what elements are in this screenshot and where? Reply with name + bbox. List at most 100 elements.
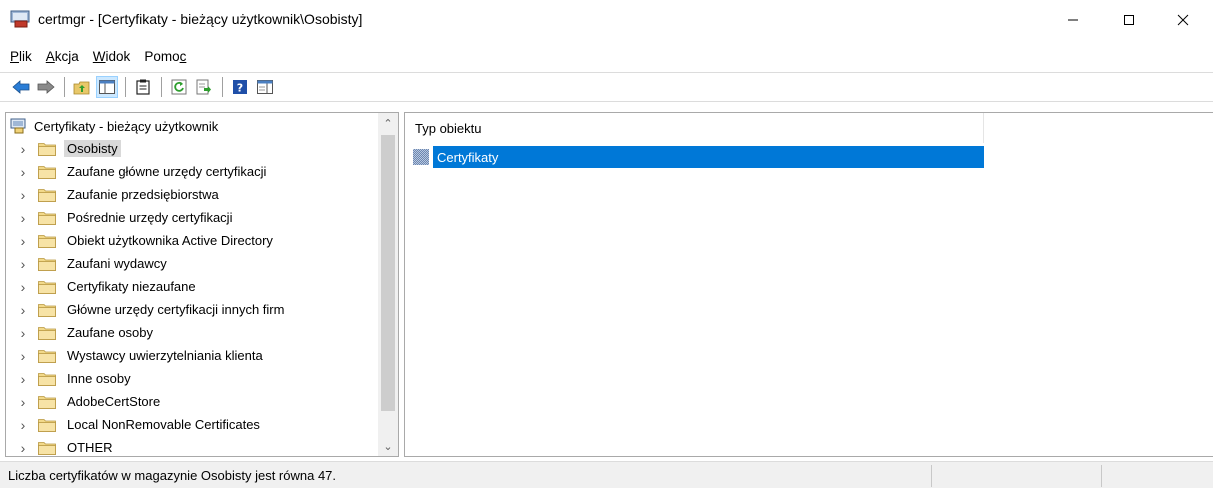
tree-item[interactable]: › Zaufanie przedsiębiorstwa [6,183,287,206]
tree-item[interactable]: › Zaufani wydawcy [6,252,287,275]
scroll-up-button[interactable]: ⌃ [378,113,398,133]
chevron-right-icon[interactable]: › [16,187,30,203]
certificate-store-icon [10,118,26,134]
chevron-right-icon[interactable]: › [16,164,30,180]
chevron-right-icon[interactable]: › [16,440,30,456]
tree-item[interactable]: › AdobeCertStore [6,390,287,413]
tree-item[interactable]: › Osobisty [6,137,287,160]
folder-icon [38,303,56,317]
chevron-right-icon[interactable]: › [16,417,30,433]
tree-item-label: Inne osoby [67,371,131,386]
tree-item[interactable]: › Inne osoby [6,367,287,390]
chevron-right-icon[interactable]: › [16,233,30,249]
forward-button[interactable] [35,76,57,98]
svg-text:?: ? [237,82,243,95]
chevron-right-icon[interactable]: › [16,279,30,295]
chevron-right-icon[interactable]: › [16,210,30,226]
show-hide-tree-button[interactable] [96,76,118,98]
status-divider [1101,465,1102,487]
menu-action[interactable]: Akcja [46,49,79,64]
list-item-label: Certyfikaty [433,146,984,168]
up-folder-icon [73,81,90,95]
tree-item-label: AdobeCertStore [67,394,161,409]
tree-item-label: Zaufane główne urzędy certyfikacji [67,164,267,179]
tree-root[interactable]: Certyfikaty - bieżący użytkownik [10,115,218,137]
certmgr-app-icon [10,10,30,28]
tree-vertical-scrollbar[interactable]: ⌃ ⌄ [378,113,398,456]
tree-item-label: Local NonRemovable Certificates [67,417,260,432]
tree-list: › Osobisty › Zaufane główne urzędy certyfik… [6,137,287,456]
close-icon [1177,14,1189,26]
chevron-right-icon[interactable]: › [16,394,30,410]
minimize-button[interactable] [1050,0,1096,40]
menu-bar: Plik Akcja Widok Pomoc [0,44,200,68]
back-arrow-icon [12,80,30,94]
tree-item-label: Osobisty [64,140,121,157]
chevron-right-icon[interactable]: › [16,141,30,157]
chevron-right-icon[interactable]: › [16,371,30,387]
tree-item-label: Pośrednie urzędy certyfikacji [67,210,233,225]
help-button[interactable]: ? [229,76,251,98]
tree-root-label: Certyfikaty - bieżący użytkownik [34,118,219,134]
chevron-right-icon[interactable]: › [16,325,30,341]
results-pane[interactable]: Typ obiektu Certyfikaty [404,112,1213,457]
folder-icon [38,326,56,340]
toolbar-separator [222,77,223,97]
clipboard-icon [136,79,150,95]
console-tree[interactable]: Certyfikaty - bieżący użytkownik › Osobis… [5,112,399,457]
maximize-button[interactable] [1106,0,1152,40]
tree-item-label: Certyfikaty niezaufane [67,279,196,294]
toolbar-separator [125,77,126,97]
folder-icon [38,280,56,294]
chevron-right-icon[interactable]: › [16,348,30,364]
folder-icon [38,418,56,432]
tree-item[interactable]: › Zaufane główne urzędy certyfikacji [6,160,287,183]
chevron-right-icon[interactable]: › [16,256,30,272]
column-header-object-type[interactable]: Typ obiektu [405,113,984,143]
scroll-thumb[interactable] [381,135,395,411]
folder-icon [38,349,56,363]
menu-file[interactable]: Plik [10,49,32,64]
back-button[interactable] [10,76,32,98]
toolbar-separator [64,77,65,97]
toolbar: ? [0,72,1213,102]
tree-item-label: Obiekt użytkownika Active Directory [67,233,273,248]
tree-item[interactable]: › Główne urzędy certyfikacji innych firm [6,298,287,321]
tree-item-label: Główne urzędy certyfikacji innych firm [67,302,285,317]
folder-icon [38,257,56,271]
tree-item[interactable]: › Pośrednie urzędy certyfikacji [6,206,287,229]
export-list-icon [196,79,211,95]
tree-item[interactable]: › Wystawcy uwierzytelniania klienta [6,344,287,367]
folder-icon [38,211,56,225]
scroll-down-button[interactable]: ⌄ [378,436,398,456]
toolbar-separator [161,77,162,97]
help-icon: ? [233,80,247,95]
tree-item[interactable]: › Obiekt użytkownika Active Directory [6,229,287,252]
menu-view[interactable]: Widok [93,49,131,64]
properties-pane-button[interactable] [254,76,276,98]
up-level-button[interactable] [71,76,93,98]
maximize-icon [1124,15,1134,25]
export-list-button[interactable] [193,76,215,98]
certificates-folder-icon [413,149,429,165]
refresh-button[interactable] [168,76,190,98]
chevron-up-icon: ⌃ [383,117,393,130]
status-divider [931,465,932,487]
tree-item[interactable]: › Zaufane osoby [6,321,287,344]
tree-item[interactable]: › OTHER [6,436,287,456]
tree-item-label: Zaufani wydawcy [67,256,167,271]
close-button[interactable] [1160,0,1206,40]
window-title: certmgr - [Certyfikaty - bieżący użytkow… [38,11,363,27]
tree-item-label: Wystawcy uwierzytelniania klienta [67,348,263,363]
chevron-right-icon[interactable]: › [16,302,30,318]
tree-item[interactable]: › Certyfikaty niezaufane [6,275,287,298]
list-item[interactable]: Certyfikaty [411,146,984,168]
folder-icon [38,441,56,455]
folder-icon [38,188,56,202]
clipboard-button[interactable] [132,76,154,98]
folder-icon [38,165,56,179]
tree-item[interactable]: › Local NonRemovable Certificates [6,413,287,436]
status-bar: Liczba certyfikatów w magazynie Osobisty… [0,461,1213,488]
menu-help[interactable]: Pomoc [144,49,186,64]
tree-item-label: Zaufanie przedsiębiorstwa [67,187,219,202]
